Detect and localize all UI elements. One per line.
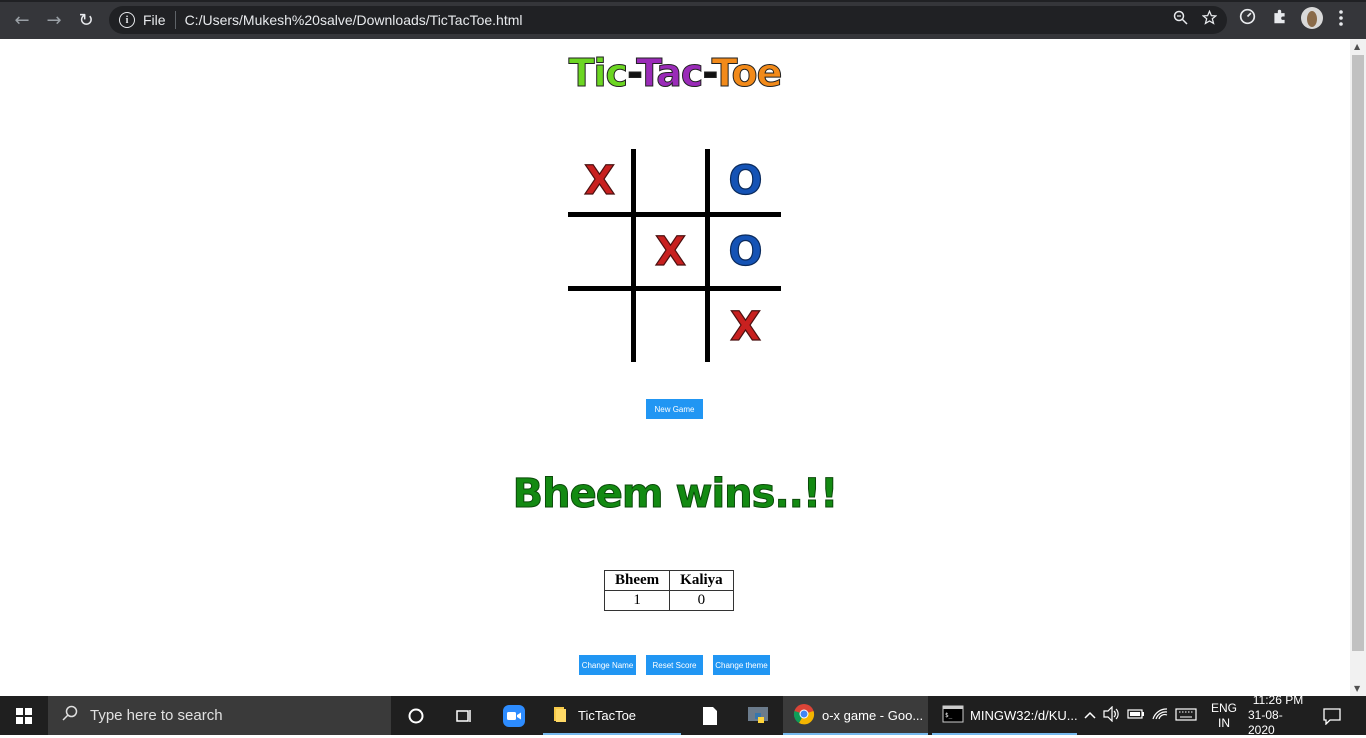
reset-score-button[interactable]: Reset Score bbox=[646, 655, 703, 675]
info-icon[interactable]: i bbox=[119, 12, 135, 28]
notification-icon[interactable] bbox=[1322, 696, 1342, 735]
change-theme-button[interactable]: Change theme bbox=[713, 655, 770, 675]
board-cell-3[interactable]: O bbox=[710, 149, 781, 217]
player1-name: Bheem bbox=[603, 570, 671, 591]
star-icon[interactable] bbox=[1201, 9, 1218, 29]
game-board: X O X O X bbox=[568, 149, 781, 362]
game-title: Tic-Tac-Toe bbox=[0, 51, 1350, 96]
scheme-label: File bbox=[143, 12, 166, 28]
score-values-row: 1 0 bbox=[603, 590, 734, 611]
search-placeholder: Type here to search bbox=[90, 707, 223, 724]
chevron-up-icon[interactable] bbox=[1083, 709, 1097, 723]
zoom-icon[interactable] bbox=[1173, 10, 1188, 29]
region-code: IN bbox=[1218, 715, 1230, 730]
title-dash: - bbox=[702, 51, 713, 96]
board-cell-9[interactable]: X bbox=[710, 291, 781, 362]
language-code: ENG bbox=[1211, 700, 1238, 715]
title-toe: Toe bbox=[711, 51, 783, 96]
taskbar-app-chrome[interactable]: o-x game - Goo... bbox=[783, 696, 928, 735]
change-name-button[interactable]: Change Name bbox=[579, 655, 636, 675]
tab-strip bbox=[0, 0, 1366, 2]
scrollbar-thumb[interactable] bbox=[1352, 55, 1364, 651]
task-view-icon[interactable] bbox=[448, 696, 480, 735]
menu-icon[interactable] bbox=[1338, 9, 1344, 31]
zoom-app-icon[interactable] bbox=[497, 696, 531, 735]
score-table: Bheem Kaliya 1 0 bbox=[603, 570, 734, 611]
board-cell-1[interactable]: X bbox=[568, 149, 636, 217]
score-header-row: Bheem Kaliya bbox=[603, 570, 734, 591]
address-bar[interactable]: i File C:/Users/Mukesh%20salve/Downloads… bbox=[109, 6, 1227, 34]
dashboard-icon[interactable] bbox=[1239, 8, 1256, 29]
taskbar: Type here to search TicTacToe o-x game -… bbox=[0, 693, 1366, 737]
avatar[interactable] bbox=[1301, 7, 1323, 33]
language-indicator[interactable]: ENG IN bbox=[1211, 696, 1237, 735]
taskbar-search[interactable]: Type here to search bbox=[48, 696, 391, 735]
wifi-icon[interactable] bbox=[1151, 707, 1169, 724]
cortana-icon[interactable] bbox=[400, 696, 432, 735]
taskbar-app-mingw[interactable]: $_ MINGW32:/d/KU... bbox=[932, 696, 1078, 735]
reload-icon: ↻ bbox=[78, 9, 94, 31]
chrome-icon bbox=[793, 703, 815, 728]
url-text[interactable]: C:/Users/Mukesh%20salve/Downloads/TicTac… bbox=[185, 12, 523, 28]
clock-date: 31-08-2020 bbox=[1248, 708, 1283, 737]
forward-arrow-icon: → bbox=[46, 9, 62, 31]
player2-score: 0 bbox=[669, 590, 734, 611]
browser-toolbar: ← → ↻ i File C:/Users/Mukesh%20salve/Dow… bbox=[0, 0, 1366, 39]
search-icon bbox=[62, 705, 78, 726]
winner-message: Bheem wins..!! bbox=[512, 471, 839, 518]
svg-text:$_: $_ bbox=[945, 712, 953, 719]
start-button[interactable] bbox=[0, 696, 48, 735]
folder-icon bbox=[551, 705, 569, 726]
back-arrow-icon: ← bbox=[14, 9, 30, 31]
volume-icon[interactable] bbox=[1103, 705, 1121, 725]
title-tic: Tic bbox=[568, 51, 629, 96]
taskbar-app-label: MINGW32:/d/KU... bbox=[970, 708, 1078, 723]
reload-button[interactable]: ↻ bbox=[71, 5, 101, 35]
player2-name: Kaliya bbox=[669, 570, 734, 591]
scroll-down-icon[interactable]: ▼ bbox=[1354, 684, 1360, 693]
board-cell-6[interactable]: O bbox=[710, 217, 781, 291]
clock[interactable]: 11:26 PM 31-08-2020 bbox=[1248, 693, 1308, 737]
system-tray bbox=[1083, 696, 1197, 735]
page-content: Tic-Tac-Toe X O X O X New Game Bheem win… bbox=[0, 39, 1350, 696]
title-dash: - bbox=[627, 51, 638, 96]
taskbar-app-label: TicTacToe bbox=[578, 708, 637, 723]
terminal-icon: $_ bbox=[942, 705, 964, 726]
taskbar-app-tictactoe[interactable]: TicTacToe bbox=[543, 696, 681, 735]
battery-icon[interactable] bbox=[1127, 707, 1145, 724]
title-tac: Tac bbox=[636, 51, 704, 96]
clock-time: 11:26 PM bbox=[1252, 693, 1304, 707]
board-cell-5[interactable]: X bbox=[636, 217, 710, 291]
page-scrollbar[interactable]: ▲ ▼ bbox=[1350, 39, 1366, 696]
file-icon[interactable] bbox=[693, 696, 727, 735]
new-game-button[interactable]: New Game bbox=[646, 399, 703, 419]
taskbar-app-label: o-x game - Goo... bbox=[822, 708, 924, 723]
player1-score: 1 bbox=[603, 590, 671, 611]
windows-icon bbox=[16, 707, 32, 724]
python-icon[interactable] bbox=[740, 696, 776, 735]
forward-button[interactable]: → bbox=[39, 5, 69, 35]
keyboard-icon[interactable] bbox=[1175, 707, 1197, 724]
back-button[interactable]: ← bbox=[7, 5, 37, 35]
board-cell-4[interactable] bbox=[568, 217, 636, 291]
board-cell-7[interactable] bbox=[568, 291, 636, 362]
board-cell-8[interactable] bbox=[636, 291, 710, 362]
address-separator bbox=[174, 11, 176, 29]
board-cell-2[interactable] bbox=[636, 149, 710, 217]
puzzle-icon[interactable] bbox=[1271, 8, 1288, 29]
scroll-up-icon[interactable]: ▲ bbox=[1354, 42, 1360, 51]
